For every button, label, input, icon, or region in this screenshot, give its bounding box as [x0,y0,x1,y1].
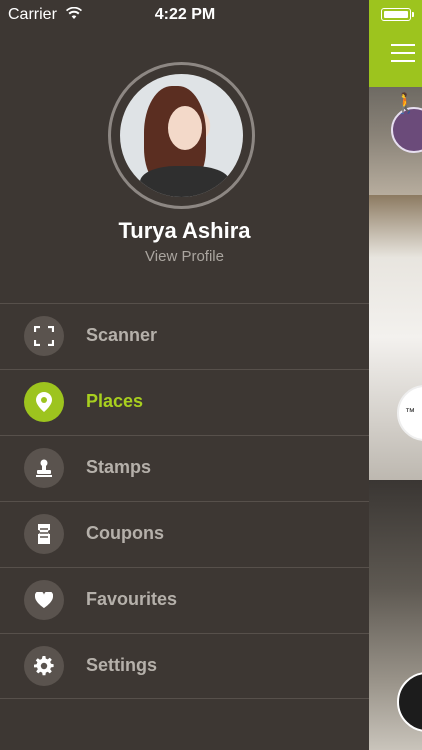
menu-item-favourites[interactable]: Favourites [0,567,369,633]
gear-icon [24,646,64,686]
menu-item-scanner[interactable]: Scanner [0,303,369,369]
menu-item-label: Places [86,391,144,411]
location-pin-icon [24,382,64,422]
scanner-icon [24,316,64,356]
menu-item-label: Scanner [86,325,158,345]
hamburger-menu-icon[interactable] [391,44,415,62]
menu-item-label: Stamps [86,457,152,477]
avatar-ring[interactable] [108,62,255,209]
stamp-icon [24,448,64,488]
side-drawer: Turya Ashira View Profile Scanner Places… [0,0,369,750]
menu-item-places[interactable]: Places [0,369,369,435]
menu-item-stamps[interactable]: Stamps [0,435,369,501]
main-content-peek[interactable]: 🚶 [369,0,422,750]
avatar[interactable] [120,74,243,197]
menu-item-coupons[interactable]: Coupons [0,501,369,567]
brand-logo-icon [397,385,422,441]
drawer-menu: Scanner Places Stamps Coupons Favourites [0,303,369,699]
view-profile-link[interactable]: View Profile [0,248,369,265]
menu-item-label: Coupons [86,523,164,543]
status-time: 4:22 PM [154,6,216,23]
coupon-icon [24,514,64,554]
walking-person-icon: 🚶 [393,93,418,115]
place-card-image[interactable] [369,480,422,750]
place-card-image[interactable]: 🚶 [369,87,422,195]
menu-item-label: Settings [86,655,158,675]
status-bar: Carrier 4:22 PM [0,0,422,30]
profile-name: Turya Ashira [118,218,251,243]
menu-item-settings[interactable]: Settings [0,633,369,699]
menu-item-label: Favourites [86,589,178,609]
brand-logo-icon [397,672,422,732]
place-card-image[interactable] [369,195,422,480]
heart-icon [24,580,64,620]
